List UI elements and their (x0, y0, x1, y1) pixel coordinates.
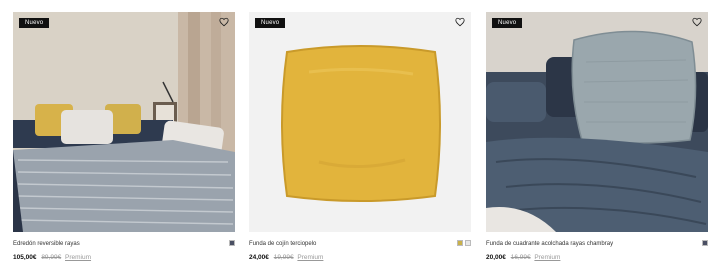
premium-label[interactable]: Premium (297, 254, 323, 261)
product-image[interactable]: Nuevo (13, 12, 235, 232)
product-image[interactable]: Nuevo (249, 12, 471, 232)
product-card[interactable]: Nuevo Edredón reversible rayas 105,00€ 8… (13, 12, 235, 268)
product-meta: Funda de cojín terciopelo 24,00€ 19,99€ … (249, 232, 471, 268)
old-price: 19,99€ (273, 254, 294, 261)
price-row: 105,00€ 89,99€ Premium (13, 254, 91, 261)
product-name[interactable]: Funda de cojín terciopelo (249, 241, 316, 247)
product-card[interactable]: Nuevo Funda de cojín terciopelo 24,00€ 1… (249, 12, 471, 268)
product-meta: Funda de cuadrante acolchada rayas chamb… (486, 232, 708, 268)
bed-quilt-image (13, 12, 235, 232)
product-name[interactable]: Edredón reversible rayas (13, 241, 80, 247)
new-badge: Nuevo (19, 18, 50, 28)
price-row: 20,00€ 16,99€ Premium (486, 254, 560, 261)
new-badge: Nuevo (492, 18, 523, 28)
product-card[interactable]: Nuevo Funda de cuadrante acolchada rayas… (486, 12, 708, 268)
product-grid: Nuevo Edredón reversible rayas 105,00€ 8… (0, 0, 720, 270)
premium-label[interactable]: Premium (65, 254, 91, 261)
heart-icon[interactable] (219, 17, 229, 27)
color-swatch[interactable] (457, 240, 463, 246)
premium-label[interactable]: Premium (534, 254, 560, 261)
current-price: 105,00€ (13, 254, 37, 261)
old-price: 89,99€ (41, 254, 62, 261)
product-meta: Edredón reversible rayas 105,00€ 89,99€ … (13, 232, 235, 268)
product-image[interactable]: Nuevo (486, 12, 708, 232)
bedding-image (486, 12, 708, 232)
color-swatch[interactable] (702, 240, 708, 246)
current-price: 20,00€ (486, 254, 506, 261)
color-swatches (457, 240, 471, 246)
new-badge: Nuevo (255, 18, 286, 28)
color-swatch[interactable] (465, 240, 471, 246)
heart-icon[interactable] (692, 17, 702, 27)
price-row: 24,00€ 19,99€ Premium (249, 254, 323, 261)
heart-icon[interactable] (455, 17, 465, 27)
color-swatches (702, 240, 708, 246)
color-swatch[interactable] (229, 240, 235, 246)
product-name[interactable]: Funda de cuadrante acolchada rayas chamb… (486, 241, 613, 247)
old-price: 16,99€ (510, 254, 531, 261)
current-price: 24,00€ (249, 254, 269, 261)
cushion-image (249, 12, 471, 232)
color-swatches (229, 240, 235, 246)
